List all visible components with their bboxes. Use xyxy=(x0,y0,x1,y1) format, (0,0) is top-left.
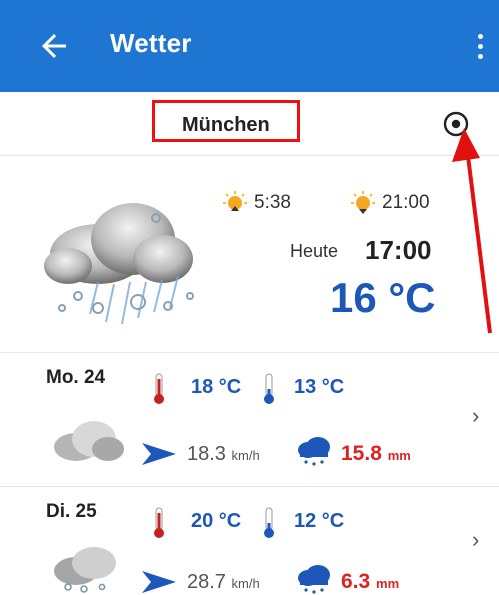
min-temperature: 13 °C xyxy=(294,376,345,398)
forecast-row[interactable]: Mo. 24 18 °C 13 °C › 18.3 km/h 15.8 mm xyxy=(0,353,499,487)
back-arrow-icon[interactable] xyxy=(36,28,72,64)
today-panel: 5:38 21:00 Heute 17:00 16 °C xyxy=(0,156,499,353)
wind-unit: km/h xyxy=(231,448,260,463)
max-temperature: 20 °C xyxy=(191,510,242,532)
thermometer-hot-icon xyxy=(154,373,164,404)
precipitation: 6.3 mm xyxy=(341,570,399,594)
wind-speed: 28.7 km/h xyxy=(187,571,260,594)
sunrise-icon xyxy=(223,191,247,211)
sunset-time: 21:00 xyxy=(382,192,430,213)
chevron-right-icon[interactable]: › xyxy=(472,403,479,429)
sunrise-time: 5:38 xyxy=(254,192,291,213)
thermometer-cold-icon xyxy=(264,507,274,538)
rain-unit: mm xyxy=(376,576,400,591)
app-title: Wetter xyxy=(110,28,192,58)
sunrise: 5:38 xyxy=(222,190,291,221)
annotation-highlight-box xyxy=(152,100,300,142)
wind-value: 28.7 xyxy=(187,571,226,593)
forecast-date: Di. 25 xyxy=(46,501,97,522)
rain-shower-cloud-icon xyxy=(54,547,116,593)
forecast-row[interactable]: Di. 25 20 °C 12 °C › 28.7 km/h 6.3 mm xyxy=(0,487,499,595)
sunset: 21:00 xyxy=(350,190,430,221)
sunset-icon xyxy=(351,191,375,214)
rain-unit: mm xyxy=(387,448,411,463)
thermometer-cold-icon xyxy=(264,373,274,404)
rain-cloud-icon xyxy=(298,565,330,594)
forecast-date: Mo. 24 xyxy=(46,367,106,388)
max-temperature: 18 °C xyxy=(191,376,242,398)
more-menu-icon[interactable] xyxy=(475,34,485,62)
location-row: München xyxy=(0,92,499,156)
wind-unit: km/h xyxy=(231,576,260,591)
heavy-rain-cloud-icon xyxy=(44,203,194,325)
rain-value: 6.3 xyxy=(341,570,371,593)
wind-speed: 18.3 km/h xyxy=(187,443,260,466)
min-temperature: 12 °C xyxy=(294,510,345,532)
precipitation: 15.8 mm xyxy=(341,442,411,466)
today-time: 17:00 xyxy=(365,235,432,265)
app-bar: Wetter xyxy=(0,0,499,92)
annotation-arrow xyxy=(452,128,492,334)
rain-value: 15.8 xyxy=(341,442,382,465)
chevron-right-icon[interactable]: › xyxy=(472,527,479,553)
current-temperature: 16 °C xyxy=(330,274,436,321)
wind-value: 18.3 xyxy=(187,443,226,465)
cloud-icon xyxy=(54,421,124,461)
today-label: Heute xyxy=(290,241,339,261)
rain-cloud-icon xyxy=(298,437,330,466)
thermometer-hot-icon xyxy=(154,507,164,538)
wind-direction-icon xyxy=(142,443,176,465)
wind-direction-icon xyxy=(142,571,176,593)
